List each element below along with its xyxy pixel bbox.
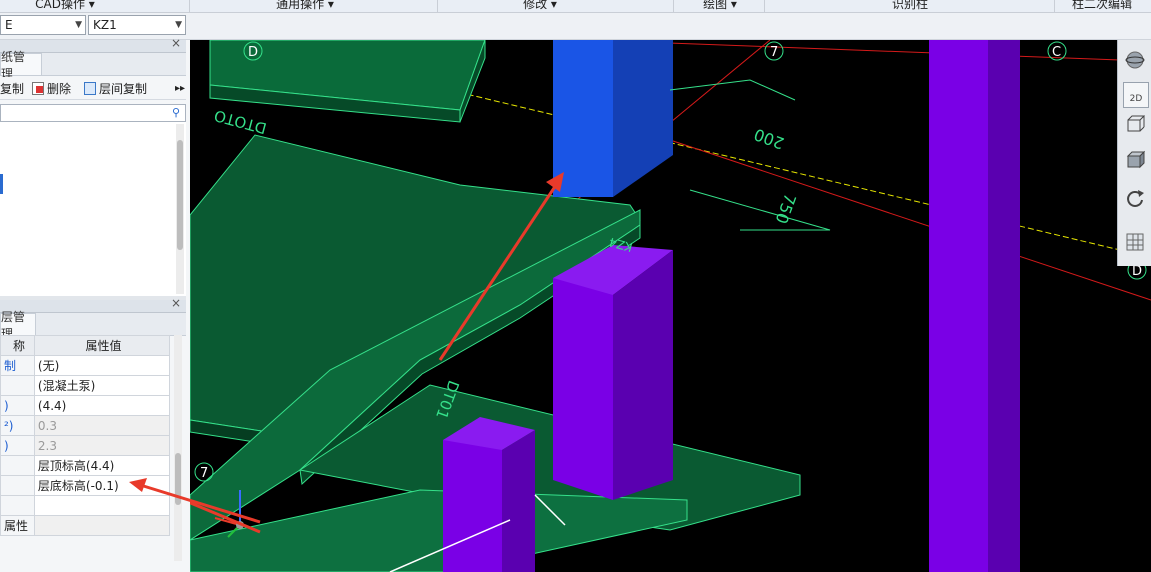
dimension-text: 200 (751, 125, 786, 153)
property-value[interactable]: (无) (33, 355, 171, 376)
axis-bubble-c-top: C (1047, 41, 1067, 61)
property-name: ) (0, 435, 35, 456)
dimension-line (689, 189, 831, 231)
column-blue-side (613, 40, 673, 197)
delete-button[interactable]: 删除 (32, 80, 71, 96)
chevron-down-icon: ▼ (75, 20, 82, 30)
property-panel-tabs: 层管理 (0, 310, 186, 341)
axis-label: C (1052, 45, 1061, 60)
dimension-line (669, 79, 796, 101)
table-row[interactable]: 制 (无) (0, 355, 171, 376)
floor-copy-button[interactable]: 层间复制 (84, 80, 147, 96)
axis-label: D (1132, 264, 1142, 279)
property-name (0, 455, 35, 476)
view-solid-icon[interactable] (1123, 148, 1147, 172)
scrollbar-thumb[interactable] (177, 140, 183, 250)
ribbon-group-column-edit[interactable]: 柱二次编辑 (1062, 0, 1142, 12)
close-icon[interactable]: × (171, 296, 181, 310)
property-name (0, 375, 35, 396)
column-purple[interactable] (553, 278, 613, 500)
model-canvas[interactable]: 200 750 DTOTO DT01 KZ4 D 7 C 7 D (190, 40, 1151, 572)
selection-marker (0, 174, 3, 194)
view-3d-box-icon[interactable] (1123, 112, 1147, 136)
tab-floor-management[interactable]: 层管理 (0, 310, 36, 341)
copy-button[interactable]: 复制 (0, 80, 24, 96)
table-row[interactable]: (混凝土泵) (0, 375, 171, 396)
property-name (0, 475, 35, 496)
ribbon-separator (1054, 0, 1055, 12)
drawing-panel-buttons: 复制 删除 层间复制 ▸▸ (0, 77, 186, 100)
dimension-text: 750 (772, 191, 800, 226)
axis-bubble-7-top: 7 (764, 41, 784, 61)
rotate-icon[interactable] (1123, 186, 1147, 210)
view-toolbar: 2D (1117, 40, 1151, 266)
property-name (0, 495, 35, 516)
delete-label: 删除 (47, 81, 72, 96)
property-value[interactable]: (混凝土泵) (33, 375, 171, 396)
column-purple[interactable] (929, 40, 988, 572)
copy-label: 复制 (0, 81, 25, 96)
search-input[interactable]: ⚲ (0, 104, 186, 122)
ribbon-group-identify-column[interactable]: 识别柱 (870, 0, 950, 12)
ribbon-bar: CAD操作 ▾ 通用操作 ▾ 修改 ▾ 绘图 ▾ 识别柱 柱二次编辑 (0, 0, 1151, 13)
view-2d-button[interactable]: 2D (1123, 82, 1149, 108)
orbit-icon[interactable] (1123, 48, 1147, 72)
3d-viewport[interactable]: 200 750 DTOTO DT01 KZ4 D 7 C 7 D (190, 40, 1151, 572)
view-2d-label: 2D (1129, 94, 1143, 104)
property-name: 属性 (0, 515, 35, 536)
property-value[interactable]: (4.4) (33, 395, 171, 416)
ribbon-separator (673, 0, 674, 12)
property-value: 2.3 (33, 435, 171, 456)
property-header-row: 称 属性值 (0, 335, 171, 356)
property-name: ) (0, 395, 35, 416)
property-name-header: 称 (0, 335, 35, 356)
ribbon-separator (764, 0, 765, 12)
layout-grid-icon[interactable] (1123, 230, 1147, 254)
column-purple-side (988, 40, 1020, 572)
ribbon-group-cad[interactable]: CAD操作 ▾ (20, 0, 110, 12)
ribbon-group-draw[interactable]: 绘图 ▾ (680, 0, 760, 12)
floor-combo[interactable]: E ▼ (0, 15, 86, 35)
drawing-panel-tabs: 纸管理 (0, 50, 186, 81)
ribbon-separator (189, 0, 190, 12)
table-row[interactable]: ²) 0.3 (0, 415, 171, 436)
table-row[interactable]: ) (4.4) (0, 395, 171, 416)
annotation-arrow-property (129, 478, 261, 524)
floor-copy-label: 层间复制 (99, 81, 148, 96)
property-value-header: 属性值 (33, 335, 171, 356)
property-value: 0.3 (33, 415, 171, 436)
drawing-list[interactable] (0, 122, 186, 297)
column-purple-side (502, 430, 535, 572)
chevron-down-icon: ▼ (175, 20, 182, 30)
close-icon[interactable]: × (171, 36, 181, 50)
property-name: 制 (0, 355, 35, 376)
more-icon[interactable]: ▸▸ (175, 80, 185, 96)
ribbon-group-modify[interactable]: 修改 ▾ (500, 0, 580, 12)
ribbon-group-common[interactable]: 通用操作 ▾ (250, 0, 360, 12)
search-icon[interactable]: ⚲ (172, 106, 180, 119)
drawing-list-scrollbar[interactable] (176, 124, 184, 294)
axis-label: 7 (770, 45, 778, 60)
tab-drawing-management[interactable]: 纸管理 (0, 50, 42, 81)
floor-combo-value: E (5, 18, 13, 32)
column-purple[interactable] (443, 440, 502, 572)
component-combo-value: KZ1 (93, 18, 117, 32)
delete-icon (32, 81, 44, 95)
floor-copy-icon (84, 81, 96, 95)
property-name: ²) (0, 415, 35, 436)
ribbon-separator (437, 0, 438, 12)
axis-line (669, 139, 1151, 301)
component-combo[interactable]: KZ1 ▼ (88, 15, 186, 35)
axis-label: D (248, 45, 258, 60)
beam-label: DTOTO (212, 106, 268, 137)
table-row[interactable]: ) 2.3 (0, 435, 171, 456)
